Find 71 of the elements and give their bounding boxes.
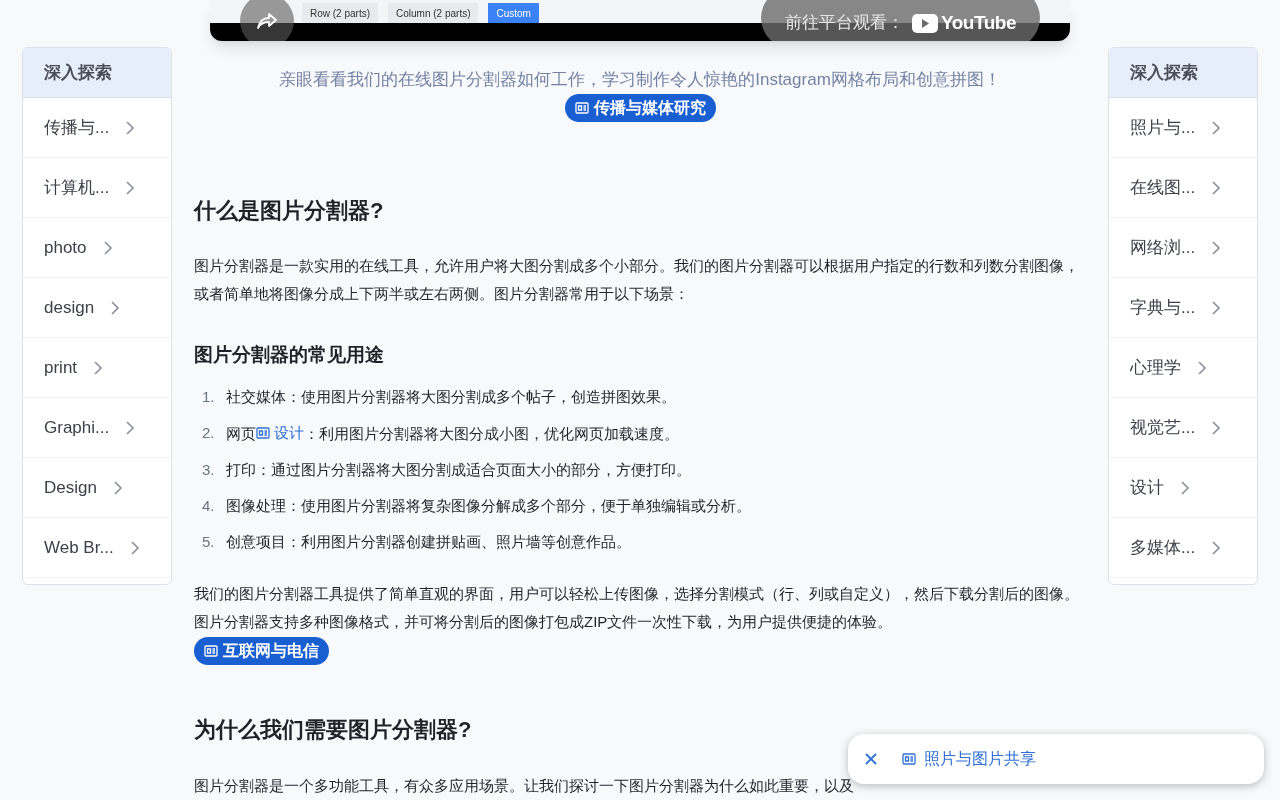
chevron-right-icon (129, 539, 140, 556)
chevron-right-icon (125, 119, 136, 136)
video-player[interactable]: Row (2 parts) Column (2 parts) Custom 前往平台观看： YouTube (210, 0, 1070, 41)
section-heading: 什么是图片分割器? (194, 196, 385, 225)
topic-link[interactable]: design (23, 278, 171, 338)
topic-link[interactable]: Graphi... (23, 398, 171, 458)
platform-name: YouTube (940, 10, 1016, 35)
list-number: 3. (202, 460, 216, 480)
watch-on-youtube-button[interactable]: 前往平台观看： YouTube (760, 0, 1040, 41)
chevron-right-icon (1211, 239, 1222, 256)
topic-link[interactable]: 在线图... (1109, 158, 1257, 218)
list-number: 2. (202, 423, 216, 443)
topic-link[interactable]: 视觉艺... (1109, 398, 1257, 458)
list-item-text: 社交媒体：使用图片分割器将大图分割成多个帖子，创造拼图效果。 (226, 387, 676, 407)
topic-link[interactable]: 照片与图片共享 (902, 747, 1036, 771)
topic-link[interactable]: Design (23, 458, 171, 518)
topic-link[interactable]: photo (23, 218, 171, 278)
mode-button: Row (2 parts) (302, 3, 378, 23)
watch-on-label: 前往平台观看： (784, 12, 904, 35)
paragraph: 我们的图片分割器工具提供了简单直观的界面，用户可以轻松上传图像，选择分割模式（行、列或自定义），然后下载分割后的图像。图片分割器支持多种图像格式，并可将分割后的图像打包成ZIP文件一次性下载，为用户提供便捷的体验。 (194, 584, 1080, 632)
topic-link[interactable]: 多媒体... (1109, 518, 1257, 578)
topic-link[interactable]: 计算机... (23, 158, 171, 218)
newspaper-icon (902, 753, 916, 765)
list-item-text: 打印：通过图片分割器将大图分割成适合页面大小的部分，方便打印。 (226, 460, 691, 480)
play-logo-icon (911, 13, 938, 33)
chevron-right-icon (1211, 119, 1222, 136)
topic-link[interactable]: print (23, 338, 171, 398)
topic-link[interactable]: 设计 (1109, 458, 1257, 518)
mode-button: Column (2 parts) (388, 3, 479, 23)
list-item-text: 网页 设计：利用图片分割器将大图分成小图，优化网页加载速度。 (226, 419, 679, 448)
list-number: 1. (202, 387, 216, 407)
category-tag[interactable]: 传播与媒体研究 (564, 93, 716, 122)
topic-link[interactable]: 照片与... (1109, 98, 1257, 158)
chevron-right-icon (1211, 179, 1222, 196)
panel-title: 深入探索 (23, 48, 171, 98)
list-number: 4. (202, 496, 216, 516)
chevron-right-icon (1211, 539, 1222, 556)
section-heading: 为什么我们需要图片分割器? (194, 716, 473, 744)
paragraph: 图片分割器是一个多功能工具，有众多应用场景。让我们探讨一下图片分割器为什么如此重要，以及 (194, 776, 855, 796)
panel-title: 深入探索 (1109, 48, 1257, 98)
topic-link[interactable]: Web Br... (23, 518, 171, 578)
mode-button: Custom (488, 3, 539, 23)
chevron-right-icon (93, 359, 104, 376)
list-item-text: 图像处理：使用图片分割器将复杂图像分解成多个部分，便于单独编辑或分析。 (226, 496, 751, 516)
chevron-right-icon (1211, 299, 1222, 316)
newspaper-icon (204, 645, 218, 657)
chevron-right-icon (1180, 479, 1190, 496)
topic-link[interactable]: 心理学 (1109, 338, 1257, 398)
chevron-right-icon (1211, 419, 1222, 436)
chevron-right-icon (112, 479, 123, 496)
video-caption: 亲眼看看我们的在线图片分割器如何工作，学习制作令人惊艳的Instagram网格布局和创意拼图！ (278, 69, 1002, 91)
topic-link[interactable]: 网络浏... (1109, 218, 1257, 278)
topic-link[interactable]: 字典与... (1109, 278, 1257, 338)
list-item-text: 创意项目：利用图片分割器创建拼贴画、照片墙等创意作品。 (226, 532, 631, 552)
chevron-right-icon (125, 419, 136, 436)
topic-link[interactable]: 设计 (256, 419, 304, 447)
chevron-right-icon (1197, 359, 1207, 376)
chevron-right-icon (110, 299, 121, 316)
list-number: 5. (202, 532, 216, 552)
share-icon (256, 12, 278, 30)
newspaper-icon (574, 101, 589, 114)
chevron-right-icon (102, 239, 113, 256)
topic-link[interactable]: 传播与... (23, 98, 171, 158)
share-button[interactable] (240, 0, 294, 41)
close-icon (864, 752, 878, 766)
category-tag[interactable]: 互联网与电信 (194, 637, 329, 665)
subsection-heading: 图片分割器的常见用途 (194, 342, 385, 367)
newspaper-icon (256, 427, 270, 439)
paragraph: 图片分割器是一款实用的在线工具，允许用户将大图分割成多个小部分。我们的图片分割器可以根据用户指定的行数和列数分割图像，或者简单地将图像分成上下两半或左右两侧。图片分割器常用于以下场景： (194, 255, 1080, 304)
chevron-right-icon (125, 179, 136, 196)
close-button[interactable] (864, 752, 878, 766)
